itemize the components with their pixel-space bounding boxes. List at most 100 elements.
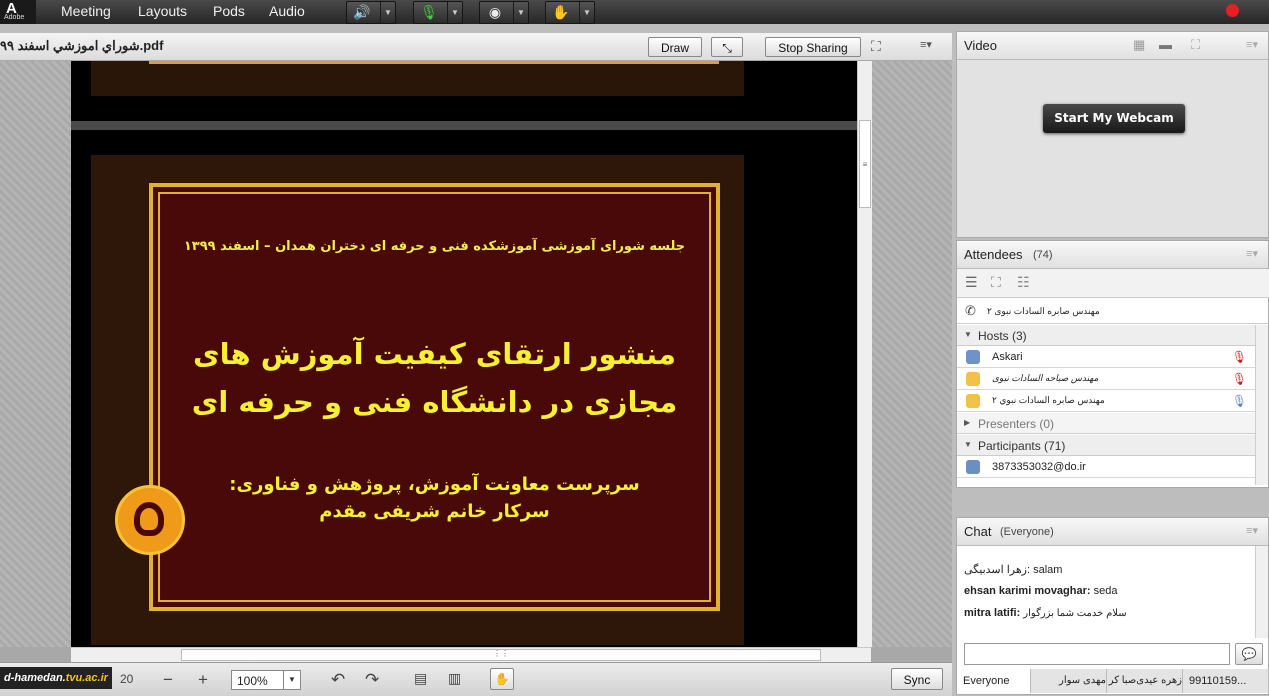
pod-menu-icon[interactable]: ≡▾: [920, 38, 932, 51]
fullscreen-icon[interactable]: ⛶: [1191, 37, 1200, 53]
attendees-scrollbar[interactable]: [1255, 325, 1268, 485]
list-item[interactable]: مهندس صابره السادات نبوي ۲ 🎙: [957, 391, 1257, 412]
filmstrip-view-icon[interactable]: ▬: [1159, 37, 1172, 52]
microphone-muted-icon: 🎙: [1231, 350, 1247, 364]
menu-layouts[interactable]: Layouts: [138, 3, 187, 19]
slide-header: جلسه شورای آموزشی آموزشکده فنی و حرفه ای…: [183, 239, 686, 254]
pointer-button[interactable]: ⤡: [711, 37, 743, 57]
attendee-status-icon[interactable]: ☷: [1017, 274, 1030, 291]
draw-button[interactable]: Draw: [648, 37, 702, 57]
pod-menu-icon[interactable]: ≡▾: [1246, 524, 1258, 537]
list-item[interactable]: Askari 🎙: [957, 347, 1257, 368]
attendee-name: مهندس صابره السادات نبوي ۲: [992, 395, 1105, 405]
participants-label: Participants (71): [978, 439, 1066, 453]
chat-title: Chat: [964, 524, 992, 539]
active-speaker: ✆ مهندس صابره السادات نبوی ۲: [957, 300, 1269, 324]
chevron-down-icon[interactable]: ▼: [579, 2, 594, 23]
redo-icon[interactable]: ↷: [365, 670, 379, 690]
sync-button[interactable]: Sync: [891, 668, 943, 690]
start-webcam-button[interactable]: Start My Webcam: [1043, 104, 1185, 133]
microphone-muted-icon: 🎙: [420, 4, 438, 20]
share-pod-header: شوراي اموزشي اسفند ۹۹.pdf Draw ⤡ Stop Sh…: [0, 33, 952, 61]
tab-private-chat[interactable]: مهدی سوار: [1031, 669, 1107, 693]
list-item[interactable]: مهندس صباحه السادات نبوی 🎙: [957, 369, 1257, 390]
current-slide: جلسه شورای آموزشی آموزشکده فنی و حرفه ای…: [91, 155, 744, 645]
slide-title-line1: منشور ارتقای کیفیت آموزش های: [193, 337, 676, 371]
attendee-name: مهندس صباحه السادات نبوی: [992, 373, 1099, 383]
chevron-down-icon[interactable]: ▼: [380, 2, 395, 23]
webcam-button[interactable]: ◉ ▼: [479, 1, 529, 24]
zoom-select[interactable]: 100% ▼: [231, 670, 301, 690]
grid-view-icon[interactable]: ▦: [1133, 37, 1145, 53]
chat-text: seda: [1093, 585, 1118, 597]
logo-text: Adobe: [4, 14, 25, 21]
video-header: Video ▦ ▬ ⛶ ≡▾: [957, 32, 1268, 60]
undo-icon[interactable]: ↶: [331, 670, 345, 690]
microphone-button[interactable]: 🎙 ▼: [413, 1, 463, 24]
menu-meeting[interactable]: Meeting: [61, 3, 111, 19]
hand-tool-button[interactable]: ✋: [490, 668, 514, 690]
chevron-down-icon[interactable]: ▼: [447, 2, 462, 23]
page-number[interactable]: 20: [120, 672, 133, 686]
hosts-section[interactable]: ▼ Hosts (3): [957, 325, 1257, 346]
video-pod: Video ▦ ▬ ⛶ ≡▾ Start My Webcam: [956, 31, 1269, 238]
chevron-down-icon[interactable]: ▼: [283, 671, 300, 689]
menu-audio[interactable]: Audio: [269, 3, 305, 19]
vertical-scrollbar[interactable]: ≡: [857, 61, 872, 647]
zoom-in-icon[interactable]: +: [198, 670, 208, 690]
stop-sharing-button[interactable]: Stop Sharing: [765, 37, 861, 57]
microphone-muted-icon: 🎙: [1231, 372, 1247, 386]
recording-indicator-icon[interactable]: [1226, 4, 1239, 17]
menu-pods[interactable]: Pods: [213, 3, 245, 19]
chat-sender: ehsan karimi movaghar:: [964, 585, 1091, 597]
watermark-domain: tvu.ac.ir: [65, 672, 108, 684]
pages-icon[interactable]: ▥: [448, 670, 461, 687]
chat-input[interactable]: [964, 643, 1230, 665]
user-icon: [966, 460, 980, 474]
list-view-icon[interactable]: ☰: [965, 274, 978, 291]
collapse-icon[interactable]: ▼: [964, 440, 972, 449]
hand-icon: ✋: [494, 672, 510, 686]
chat-scope: (Everyone): [1000, 526, 1054, 538]
logo-mark: [134, 502, 164, 536]
pod-menu-icon[interactable]: ≡▾: [1246, 247, 1258, 260]
chat-tabs: Everyone مهدی سوار زهره عیدی‌صبا کر 9911…: [957, 669, 1269, 693]
chat-text: salam: [1033, 564, 1063, 576]
raise-hand-button[interactable]: ✋ ▼: [545, 1, 595, 24]
slide-border-line: [149, 61, 719, 64]
tab-private-chat[interactable]: زهره عیدی‌صبا کر: [1107, 669, 1183, 693]
background-pattern-right: [871, 61, 952, 647]
scroll-thumb[interactable]: ⋮⋮: [181, 649, 821, 661]
chat-text: سلام خدمت شما بزرگوار: [1023, 608, 1127, 619]
attendee-name: 3873353032@do.ir: [992, 461, 1086, 473]
send-button[interactable]: 💬: [1235, 643, 1263, 665]
presenters-section[interactable]: ▶ Presenters (0): [957, 413, 1257, 434]
speaker-button[interactable]: 🔊 ▼: [346, 1, 396, 24]
breakout-view-icon[interactable]: ⛶: [991, 274, 1001, 291]
attendees-header: Attendees (74) ≡▾: [957, 241, 1268, 269]
scroll-thumb[interactable]: ≡: [859, 120, 871, 208]
site-watermark: d-hamedan.tvu.ac.ir: [0, 667, 112, 689]
chat-header: Chat (Everyone) ≡▾: [957, 518, 1268, 546]
chat-message: mitra latifi: سلام خدمت شما بزرگوار: [964, 607, 1127, 619]
tab-private-chat[interactable]: 99110159...: [1183, 669, 1269, 693]
fullscreen-icon[interactable]: ⛶: [871, 38, 881, 55]
microphone-active-icon: 🎙: [1231, 394, 1247, 408]
horizontal-scrollbar[interactable]: ⋮⋮: [71, 647, 871, 663]
chat-message: زهرا اسدبیگی: salam: [964, 563, 1062, 576]
participants-section[interactable]: ▼ Participants (71): [957, 435, 1257, 456]
list-item[interactable]: 3873353032@do.ir: [957, 457, 1257, 478]
zoom-out-icon[interactable]: −: [163, 670, 173, 690]
expand-icon[interactable]: ▶: [964, 418, 970, 427]
hosts-label: Hosts (3): [978, 329, 1027, 343]
shared-filename: شوراي اموزشي اسفند ۹۹.pdf: [0, 38, 164, 53]
webcam-icon: ◉: [488, 4, 502, 20]
chevron-down-icon[interactable]: ▼: [513, 2, 528, 23]
chat-scrollbar[interactable]: [1255, 546, 1268, 638]
presenters-label: Presenters (0): [978, 417, 1055, 431]
document-icon[interactable]: ▤: [414, 670, 427, 687]
chat-message: ehsan karimi movaghar: seda: [964, 585, 1117, 597]
pod-menu-icon[interactable]: ≡▾: [1246, 38, 1258, 51]
collapse-icon[interactable]: ▼: [964, 330, 972, 339]
tab-everyone[interactable]: Everyone: [957, 669, 1031, 693]
